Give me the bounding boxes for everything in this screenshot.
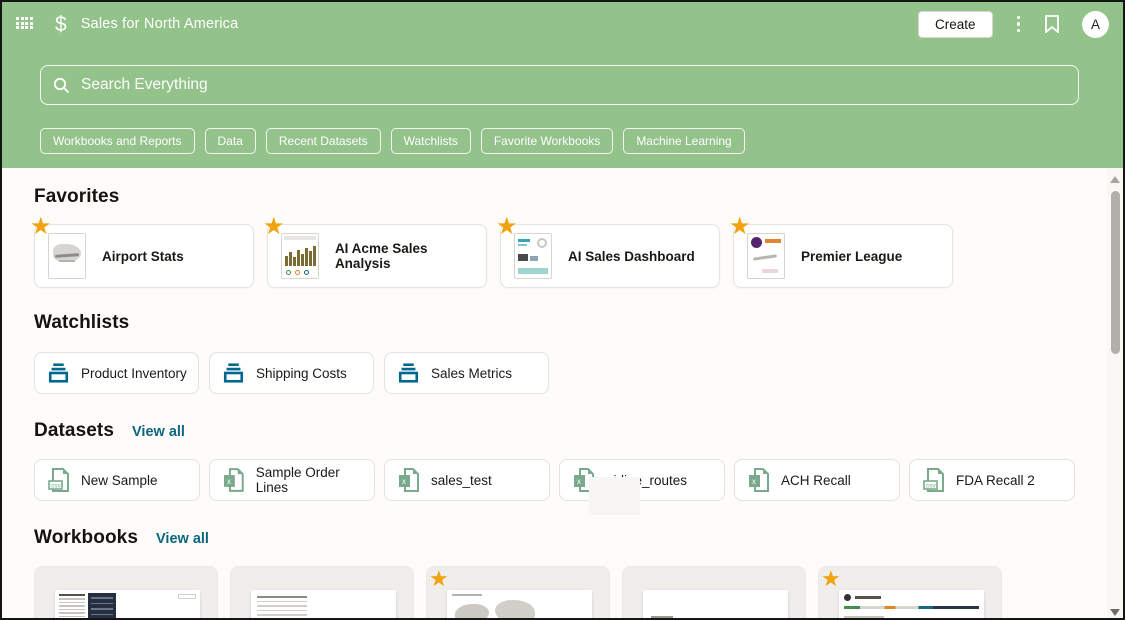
datasets-view-all-link[interactable]: View all (132, 424, 185, 440)
dataset-card-new-sample[interactable]: csv New Sample (34, 459, 200, 501)
workbook-thumbnail-document (643, 590, 788, 620)
workbook-thumbnail-table (251, 590, 396, 620)
favorite-card-airport-stats[interactable]: ★ Airport Stats (34, 224, 254, 288)
main-content: Favorites ★ Airport Stats ★ AI Acme Sale… (2, 168, 1123, 620)
svg-text:x: x (227, 477, 231, 486)
favorite-card-ai-sales-dashboard[interactable]: ★ AI Sales Dashboard (500, 224, 720, 288)
datasets-heading: Datasets (34, 420, 114, 442)
dataset-card-label: New Sample (81, 473, 158, 488)
workbooks-row: ★ ★ (34, 566, 1123, 620)
workbooks-view-all-link[interactable]: View all (156, 531, 209, 547)
dataset-card-label: Sample Order Lines (256, 465, 374, 495)
svg-text:x: x (752, 477, 756, 486)
overflow-menu-icon[interactable] (1015, 14, 1023, 35)
thumbnail-ai-sales-dashboard (514, 233, 552, 279)
workbooks-heading: Workbooks (34, 527, 138, 549)
watchlist-card-sales-metrics[interactable]: Sales Metrics (384, 352, 549, 394)
favorite-card-label: AI Acme Sales Analysis (335, 241, 486, 271)
ghost-placeholder (589, 477, 640, 515)
workbook-card-5[interactable]: ★ (818, 566, 1002, 620)
dollar-logo-icon: $ (55, 14, 67, 35)
watchlist-tray-icon (223, 363, 244, 383)
bookmark-icon[interactable] (1044, 15, 1060, 33)
workbook-card-3[interactable]: ★ (426, 566, 610, 620)
search-icon (53, 77, 70, 94)
watchlist-tray-icon (48, 363, 69, 383)
workbook-star-icon[interactable]: ★ (429, 568, 449, 590)
workbook-card-4[interactable] (622, 566, 806, 620)
dataset-card-label: ACH Recall (781, 473, 851, 488)
chip-data[interactable]: Data (205, 128, 256, 154)
chip-favorite-workbooks[interactable]: Favorite Workbooks (481, 128, 613, 154)
workbook-star-icon[interactable]: ★ (821, 568, 841, 590)
xlsx-file-icon: x (398, 467, 420, 493)
app-window: $ Sales for North America Create A Workb… (0, 0, 1125, 620)
chip-workbooks-and-reports[interactable]: Workbooks and Reports (40, 128, 195, 154)
chip-recent-datasets[interactable]: Recent Datasets (266, 128, 381, 154)
watchlist-card-label: Shipping Costs (256, 366, 347, 381)
svg-text:csv: csv (926, 483, 937, 490)
thumbnail-ai-acme-sales-analysis (281, 233, 319, 279)
watchlist-card-product-inventory[interactable]: Product Inventory (34, 352, 199, 394)
scrollbar-thumb[interactable] (1111, 191, 1120, 354)
chip-watchlists[interactable]: Watchlists (391, 128, 471, 154)
favorites-row: ★ Airport Stats ★ AI Acme Sales Analysis… (34, 224, 1123, 288)
favorite-card-ai-acme-sales-analysis[interactable]: ★ AI Acme Sales Analysis (267, 224, 487, 288)
thumbnail-airport-stats (48, 233, 86, 279)
dataset-card-fda-recall-2[interactable]: csv FDA Recall 2 (909, 459, 1075, 501)
workbook-thumbnail-world-map (447, 590, 592, 620)
scrollbar-up-arrow-icon[interactable] (1110, 176, 1120, 183)
chip-machine-learning[interactable]: Machine Learning (623, 128, 744, 154)
dataset-card-label: sales_test (431, 473, 492, 488)
search-bar[interactable] (40, 65, 1079, 105)
csv-file-icon: csv (923, 467, 945, 493)
header-actions: Create A (918, 11, 1109, 38)
watchlist-tray-icon (398, 363, 419, 383)
dataset-card-sample-order-lines[interactable]: x Sample Order Lines (209, 459, 375, 501)
favorite-card-label: Premier League (801, 249, 902, 264)
workbook-thumbnail-dashboard (55, 590, 200, 620)
dataset-card-sales-test[interactable]: x sales_test (384, 459, 550, 501)
xlsx-file-icon: x (223, 467, 245, 493)
watchlist-card-label: Product Inventory (81, 366, 187, 381)
dataset-card-label: FDA Recall 2 (956, 473, 1035, 488)
navigator-grid-icon[interactable] (16, 17, 33, 31)
favorite-card-label: Airport Stats (102, 249, 184, 264)
search-filter-chips: Workbooks and Reports Data Recent Datase… (40, 128, 1123, 154)
favorite-card-label: AI Sales Dashboard (568, 249, 695, 264)
workbook-card-2[interactable] (230, 566, 414, 620)
page-title: Sales for North America (81, 16, 239, 32)
avatar[interactable]: A (1082, 11, 1109, 38)
favorites-heading: Favorites (34, 186, 119, 208)
xlsx-file-icon: x (748, 467, 770, 493)
dataset-card-airline-routes[interactable]: x airline_routes (559, 459, 725, 501)
workbook-card-1[interactable] (34, 566, 218, 620)
favorite-card-premier-league[interactable]: ★ Premier League (733, 224, 953, 288)
create-button[interactable]: Create (918, 11, 993, 38)
datasets-row: csv New Sample x Sample Order Lines (34, 459, 1123, 501)
search-input[interactable] (81, 76, 1066, 94)
workbook-thumbnail-analytics-report (839, 590, 984, 620)
watchlists-row: Product Inventory Shipping Costs Sales M… (34, 352, 1123, 394)
csv-file-icon: csv (48, 467, 70, 493)
vertical-scrollbar[interactable] (1107, 168, 1123, 618)
scrollbar-down-arrow-icon[interactable] (1110, 609, 1120, 616)
app-header: $ Sales for North America Create A Workb… (2, 2, 1123, 168)
svg-text:x: x (402, 477, 406, 486)
watchlist-card-label: Sales Metrics (431, 366, 512, 381)
watchlists-heading: Watchlists (34, 312, 129, 334)
thumbnail-premier-league (747, 233, 785, 279)
svg-text:x: x (577, 477, 581, 486)
dataset-card-ach-recall[interactable]: x ACH Recall (734, 459, 900, 501)
top-bar: $ Sales for North America Create A (2, 2, 1123, 42)
watchlist-card-shipping-costs[interactable]: Shipping Costs (209, 352, 374, 394)
svg-text:csv: csv (51, 483, 62, 490)
